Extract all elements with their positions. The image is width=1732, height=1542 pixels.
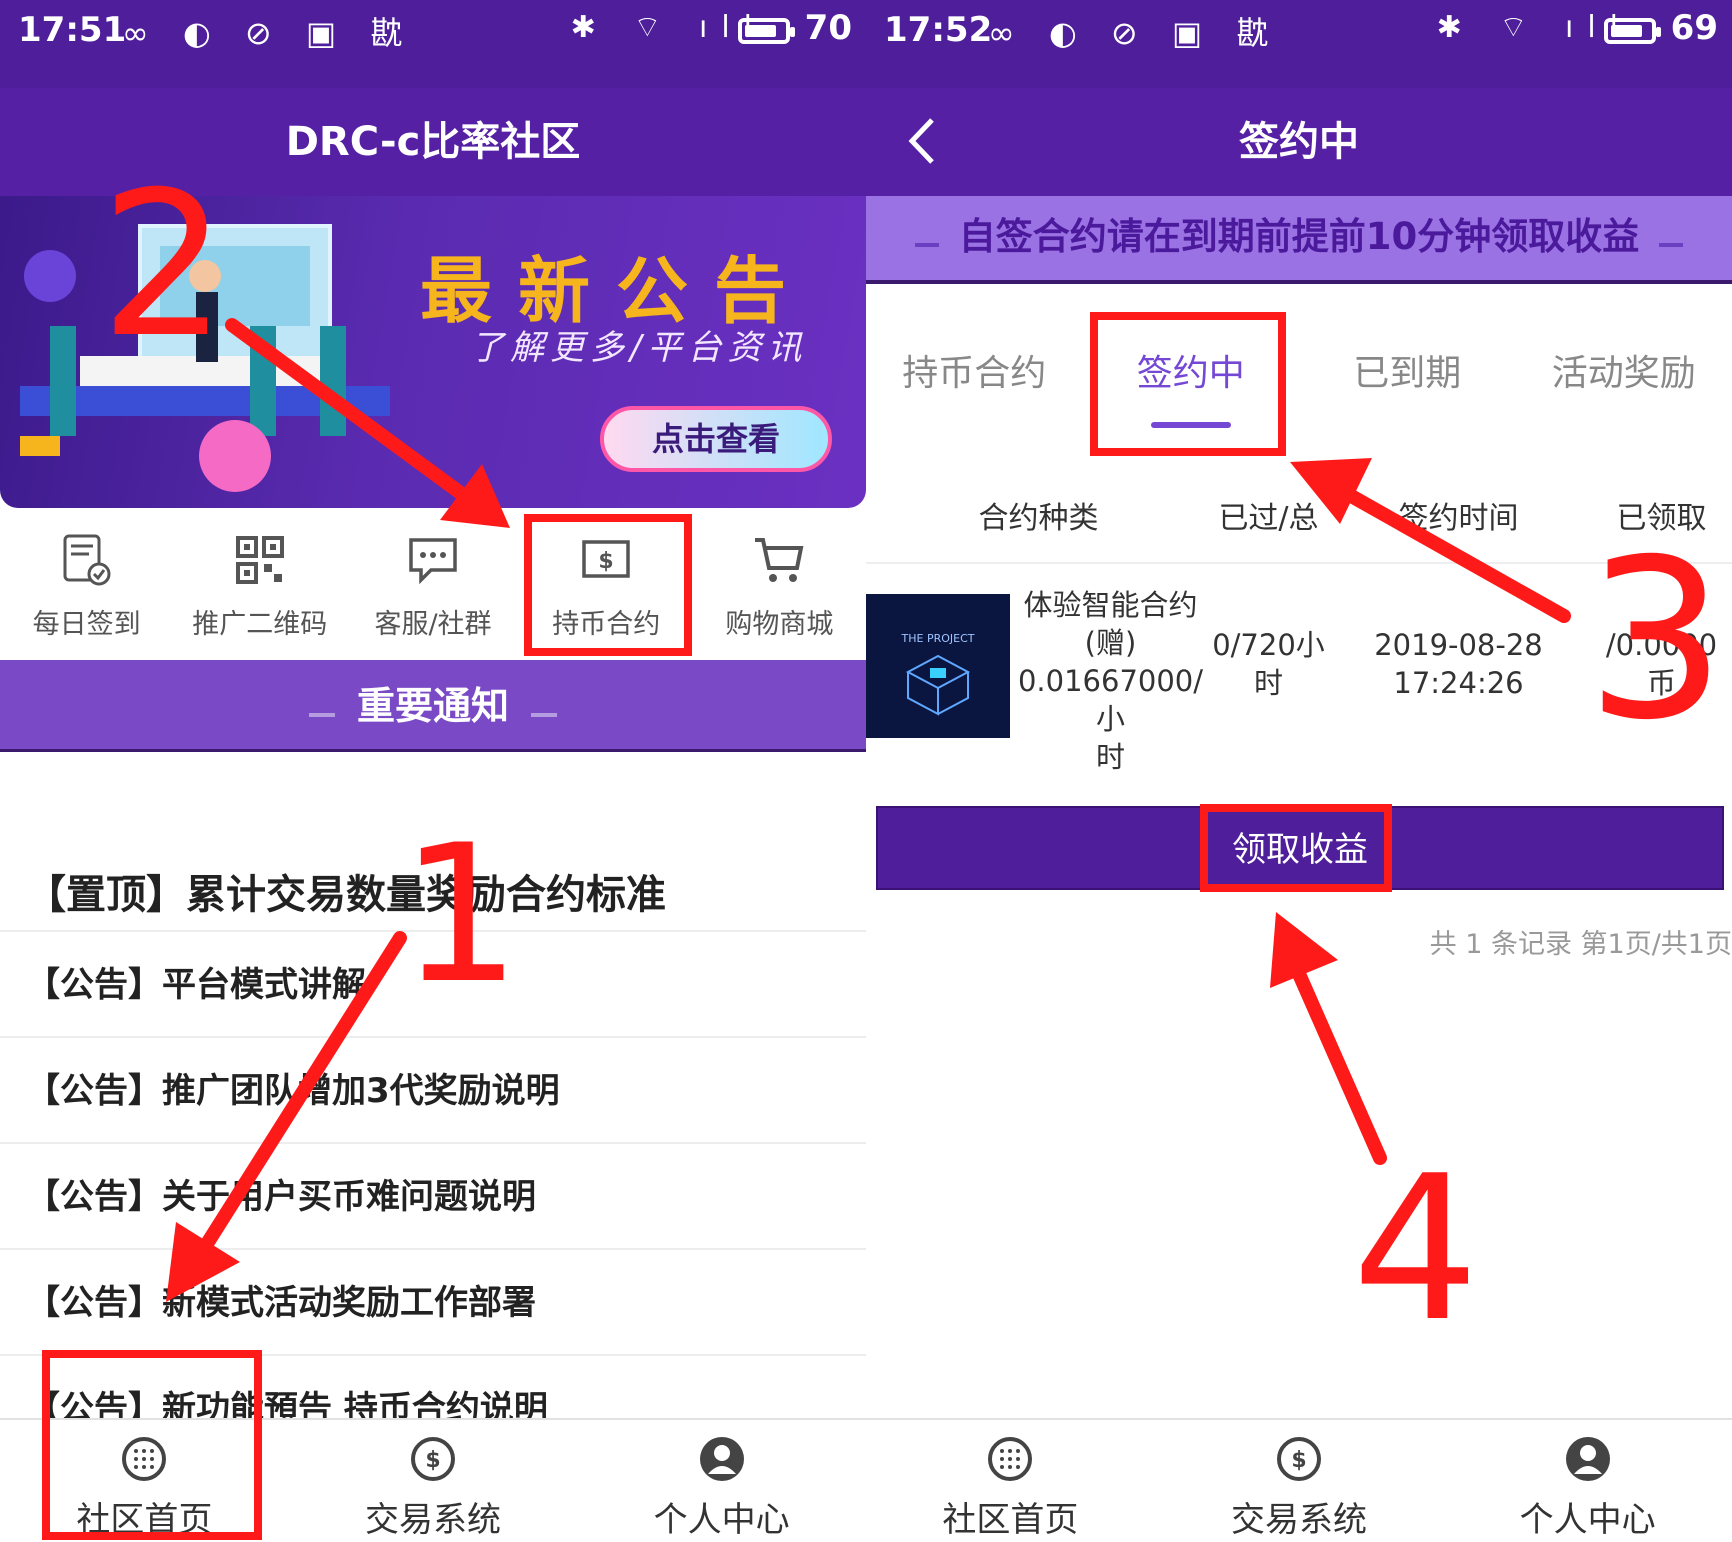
trade-icon: $ — [411, 1437, 455, 1481]
highlight-community-home — [42, 1350, 262, 1540]
notice-title: 重要通知 — [356, 684, 509, 728]
right-screenshot: 17:52 ∞ ◐ ⊘ ▣ 㽎 ✱ ⌔ ıll 69 签约中 自签合约请在到期前… — [866, 0, 1732, 1542]
elapsed-total-cell: 0/720小 时 — [1212, 628, 1325, 700]
step-number-1: 1 — [400, 804, 521, 1025]
trade-icon: $ — [1277, 1437, 1321, 1481]
nav-personal-center[interactable]: 个人中心 — [577, 1420, 866, 1542]
battery-icon — [1604, 18, 1661, 44]
user-icon — [699, 1437, 744, 1481]
highlight-coin-contract — [524, 514, 692, 656]
contract-thumbnail: THE PROJECT — [866, 594, 1010, 738]
nav-label: 社区首页 — [942, 1500, 1079, 1540]
highlight-claim-button — [1200, 804, 1392, 892]
tip-text: 自签合约请在到期前提前10分钟领取收益 — [958, 215, 1640, 258]
tab-expired[interactable]: 已到期 — [1299, 284, 1516, 474]
server-cube-icon — [905, 654, 971, 716]
user-icon — [1565, 1437, 1610, 1481]
pagination-info: 共 1 条记录 第1页/共1页 — [1429, 929, 1732, 960]
nav-trade-system[interactable]: $ 交易系统 — [1155, 1420, 1444, 1542]
notification-icons: ∞ ◐ ⊘ ▣ 㽎 — [122, 14, 415, 52]
nav-label: 交易系统 — [365, 1500, 501, 1540]
page-title: DRC-c比率社区 — [285, 119, 581, 165]
quick-label: 购物商城 — [725, 609, 834, 640]
list-item[interactable]: 【公告】新模式活动奖励工作部署 — [0, 1250, 866, 1356]
quick-item-shop[interactable]: 购物商城 — [693, 510, 866, 660]
thumbnail-caption: THE PROJECT — [901, 632, 975, 645]
column-header: 合约种类 — [978, 501, 1099, 536]
nav-label: 交易系统 — [1231, 1500, 1367, 1540]
chat-icon — [409, 538, 457, 585]
column-header: 签约时间 — [1398, 501, 1519, 536]
battery-level: 69 — [1670, 8, 1718, 48]
page-title: 签约中 — [1239, 119, 1359, 165]
step-number-3: 3 — [1586, 512, 1726, 768]
important-notice-header: 重要通知 — [0, 660, 866, 752]
checkin-icon — [63, 534, 111, 586]
list-item[interactable]: 【公告】关于用户买币难问题说明 — [0, 1144, 866, 1250]
tab-activity-rewards[interactable]: 活动奖励 — [1516, 284, 1732, 474]
notification-icons: ∞ ◐ ⊘ ▣ 㽎 — [988, 14, 1281, 52]
quick-label: 每日签到 — [32, 609, 141, 640]
quick-item-qrcode[interactable]: 推广二维码 — [173, 510, 346, 660]
signal-icons: ✱ ⌔ ıll — [570, 10, 766, 45]
quick-menu: 每日签到 推广二维码 客服/社群 $ 持币合约 购物商城 — [0, 510, 866, 660]
battery-icon — [738, 18, 795, 44]
contract-tabs: 持币合约 签约中 已到期 活动奖励 — [866, 284, 1732, 474]
qr-code-icon — [235, 536, 284, 584]
tab-coin-contract[interactable]: 持币合约 — [866, 284, 1083, 474]
nav-personal-center[interactable]: 个人中心 — [1443, 1420, 1732, 1542]
nav-label: 个人中心 — [653, 1500, 790, 1540]
quick-item-support[interactable]: 客服/社群 — [346, 510, 519, 660]
nav-trade-system[interactable]: $ 交易系统 — [289, 1420, 578, 1542]
tip-banner: 自签合约请在到期前提前10分钟领取收益 — [866, 196, 1732, 284]
quick-label: 推广二维码 — [192, 609, 328, 640]
svg-text:$: $ — [1291, 1448, 1306, 1473]
step-number-2: 2 — [100, 149, 228, 382]
contract-name: 体验智能合约 (赠) 0.01667000/小 时 — [1017, 588, 1204, 774]
sign-time-cell: 2019-08-28 17:24:26 — [1374, 628, 1543, 700]
nav-community-home[interactable]: 社区首页 — [866, 1420, 1155, 1542]
list-item[interactable]: 【公告】推广团队增加3代奖励说明 — [0, 1038, 866, 1144]
signal-icons: ✱ ⌔ ıll — [1436, 10, 1632, 45]
cart-icon — [755, 538, 804, 582]
highlight-signing-tab — [1090, 312, 1286, 456]
status-bar: 17:51 ∞ ◐ ⊘ ▣ 㽎 ✱ ⌔ ıll 70 — [0, 0, 866, 88]
community-icon — [988, 1437, 1033, 1481]
column-header: 已过/总时 — [1218, 501, 1319, 626]
app-title-bar: 签约中 — [866, 88, 1732, 196]
back-arrow-icon[interactable] — [900, 116, 950, 166]
status-time: 17:51 — [18, 10, 127, 50]
battery-level: 70 — [804, 8, 852, 48]
quick-item-checkin[interactable]: 每日签到 — [0, 510, 173, 660]
status-bar: 17:52 ∞ ◐ ⊘ ▣ 㽎 ✱ ⌔ ıll 69 — [866, 0, 1732, 88]
status-time: 17:52 — [884, 10, 993, 50]
step-number-4: 4 — [1352, 1133, 1480, 1366]
banner-subtitle: 了解更多/平台资讯 — [470, 328, 808, 368]
nav-label: 个人中心 — [1519, 1500, 1656, 1540]
bottom-nav: 社区首页 $ 交易系统 个人中心 — [866, 1418, 1732, 1542]
svg-text:$: $ — [425, 1448, 440, 1473]
banner-view-button[interactable]: 点击查看 — [600, 406, 832, 472]
quick-label: 客服/社群 — [374, 609, 492, 640]
